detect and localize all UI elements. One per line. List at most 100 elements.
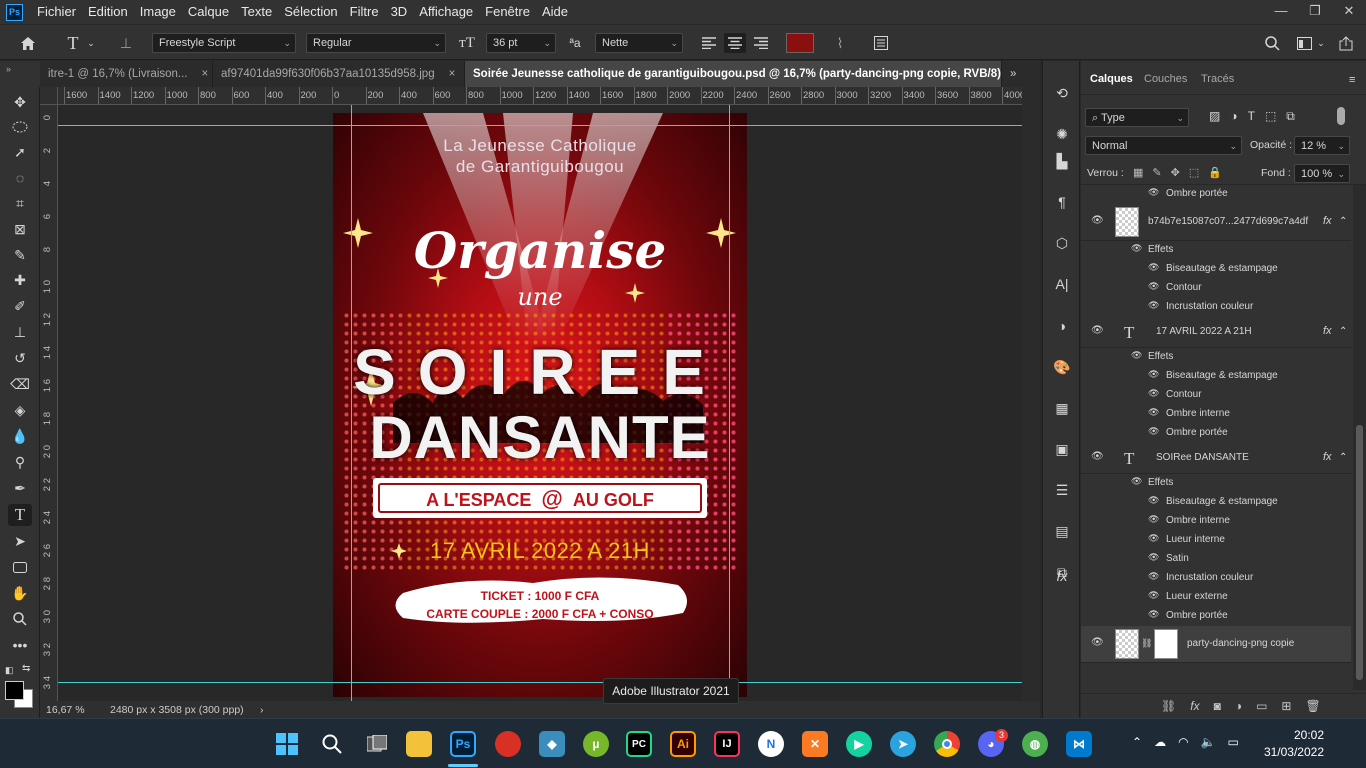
eraser-tool-icon[interactable]: ⌫ xyxy=(8,373,32,395)
poster-une[interactable]: une xyxy=(333,283,747,311)
effect-visibility-eye-icon[interactable]: 👁 xyxy=(1148,609,1159,620)
marquee-tool-icon[interactable] xyxy=(8,116,32,138)
canvas-area[interactable]: La Jeunesse Catholique de Garantiguiboug… xyxy=(58,105,1022,701)
layer-row[interactable]: 👁 b74b7e15087c07...2477d699c7a4df fx ⌃ xyxy=(1081,204,1351,240)
delete-layer-icon[interactable]: 🗑 xyxy=(1305,699,1320,713)
layer-name[interactable]: SOIRee DANSANTE xyxy=(1156,452,1249,463)
panel-menu-icon[interactable]: ≡ xyxy=(1349,74,1355,86)
chevron-down-icon[interactable]: ⌄ xyxy=(86,33,96,53)
effect-label[interactable]: Ombre portée xyxy=(1166,188,1228,199)
telegram-icon[interactable]: ➤ xyxy=(890,731,916,757)
effect-row[interactable]: 👁 Incrustation couleur xyxy=(1081,298,1351,316)
scrollbar-thumb[interactable] xyxy=(1356,425,1363,680)
effect-visibility-eye-icon[interactable]: 👁 xyxy=(1131,350,1142,361)
effect-row[interactable]: 👁 Incrustation couleur xyxy=(1081,569,1351,587)
effect-row[interactable]: 👁 Biseautage & estampage xyxy=(1081,260,1351,278)
hand-tool-icon[interactable]: ✋ xyxy=(8,582,32,604)
poster-ticket[interactable]: TICKET : 1000 F CFA xyxy=(333,589,747,603)
menu-fenetre[interactable]: Fenêtre xyxy=(479,0,536,24)
visibility-eye-icon[interactable]: 👁 xyxy=(1091,637,1104,648)
effect-visibility-eye-icon[interactable]: 👁 xyxy=(1131,476,1142,487)
poster-organise[interactable]: Organise xyxy=(333,221,747,280)
fill-input[interactable]: 100 % ⌄ xyxy=(1294,164,1350,183)
poster-line1[interactable]: La Jeunesse Catholique xyxy=(333,136,747,156)
text-orientation-icon[interactable]: ⊥ xyxy=(116,33,136,53)
clock[interactable]: 20:02 31/03/2022 xyxy=(1262,728,1324,759)
poster-date[interactable]: 17 AVRIL 2022 A 21H xyxy=(333,538,747,564)
volume-icon[interactable]: 🔈 xyxy=(1201,735,1216,749)
poster-artboard[interactable]: La Jeunesse Catholique de Garantiguiboug… xyxy=(333,113,747,697)
effect-visibility-eye-icon[interactable]: 👁 xyxy=(1148,426,1159,437)
poster-lieu[interactable]: A L'ESPACE @ AU GOLF xyxy=(333,486,747,512)
path-selection-tool-icon[interactable]: ➤ xyxy=(8,530,32,552)
effect-visibility-eye-icon[interactable]: 👁 xyxy=(1148,552,1159,563)
effect-visibility-eye-icon[interactable]: 👁 xyxy=(1148,262,1159,273)
healing-brush-tool-icon[interactable]: ✚ xyxy=(8,269,32,291)
effect-row[interactable]: 👁 Satin xyxy=(1081,550,1351,568)
mask-link-icon[interactable]: ⛓ xyxy=(1141,638,1152,649)
effect-row[interactable]: 👁 Ombre interne xyxy=(1081,405,1351,423)
effect-label[interactable]: Incrustation couleur xyxy=(1166,301,1253,312)
add-layer-style-icon[interactable]: fx xyxy=(1190,699,1199,713)
type-tool-icon[interactable]: T xyxy=(8,504,32,526)
effect-label[interactable]: Ombre interne xyxy=(1166,408,1230,419)
layer-row[interactable]: 👁 T SOIRee DANSANTE fx ⌃ xyxy=(1081,443,1351,473)
effect-row[interactable]: 👁 Ombre interne xyxy=(1081,512,1351,530)
effect-row[interactable]: 👁 Biseautage & estampage xyxy=(1081,367,1351,385)
effect-visibility-eye-icon[interactable]: 👁 xyxy=(1148,590,1159,601)
adjustments-icon[interactable]: ◑ xyxy=(1050,315,1074,337)
effect-row[interactable]: 👁 Lueur interne xyxy=(1081,531,1351,549)
align-right-icon[interactable] xyxy=(750,33,772,53)
character-panel-icon[interactable] xyxy=(871,33,891,53)
swap-colors-icon[interactable]: ⇆ xyxy=(22,663,30,674)
effect-visibility-eye-icon[interactable]: 👁 xyxy=(1148,187,1159,198)
dodge-tool-icon[interactable]: ⚲ xyxy=(8,451,32,473)
layer-row[interactable]: 👁 ⛓ party-dancing-png copie xyxy=(1081,626,1351,662)
history-brush-tool-icon[interactable]: ↺ xyxy=(8,347,32,369)
effect-row[interactable]: 👁 Contour xyxy=(1081,279,1351,297)
move-tool-icon[interactable]: ✥ xyxy=(8,91,32,113)
history-icon[interactable]: ⟲ xyxy=(1050,82,1074,104)
guide-horizontal[interactable] xyxy=(58,682,1022,683)
brush-tool-icon[interactable]: ✐ xyxy=(8,295,32,317)
chrome-icon[interactable] xyxy=(934,731,960,757)
effect-label[interactable]: Lueur externe xyxy=(1166,591,1228,602)
lasso-tool-icon[interactable]: ➚ xyxy=(8,141,32,163)
type-tool-preset-icon[interactable]: T xyxy=(62,33,84,53)
default-colors-icon[interactable]: ◧ xyxy=(5,665,14,676)
align-center-icon[interactable] xyxy=(724,33,746,53)
tab-document-1[interactable]: itre-1 @ 16,7% (Livraison... × xyxy=(40,61,213,87)
blend-mode-select[interactable]: Normal ⌄ xyxy=(1085,136,1242,155)
effect-row[interactable]: 👁 Contour xyxy=(1081,386,1351,404)
network-error-icon[interactable]: ☁ xyxy=(1154,735,1166,749)
swatches-icon[interactable]: 🎨 xyxy=(1050,356,1074,378)
wifi-icon[interactable]: ◠ xyxy=(1178,735,1188,749)
pen-tool-icon[interactable]: ✒ xyxy=(8,477,32,499)
styles-icon[interactable]: fx xyxy=(1050,565,1074,587)
poster-dansante[interactable]: DANSANTE xyxy=(333,403,747,472)
lock-all-icon[interactable]: 🔒 xyxy=(1208,166,1222,179)
layer-row[interactable]: 👁 T 17 AVRIL 2022 A 21H fx ⌃ xyxy=(1081,317,1351,347)
brushes-icon[interactable]: ▙ xyxy=(1050,150,1074,172)
effect-row[interactable]: 👁 Ombre portée xyxy=(1081,424,1351,442)
app-12-icon[interactable]: N xyxy=(758,731,784,757)
shape-filter-icon[interactable]: ⬚ xyxy=(1265,109,1276,124)
opacity-input[interactable]: 12 % ⌄ xyxy=(1294,136,1350,155)
restore-button[interactable]: ❐ xyxy=(1298,0,1332,24)
effects-header-row[interactable]: 👁 Effets xyxy=(1081,348,1351,366)
tabs-overflow-icon[interactable]: » xyxy=(1002,61,1040,87)
effect-visibility-eye-icon[interactable]: 👁 xyxy=(1148,407,1159,418)
layer-filter-select[interactable]: ⌕ Type ⌄ xyxy=(1085,108,1189,127)
home-icon[interactable] xyxy=(16,33,40,53)
menu-3d[interactable]: 3D xyxy=(385,0,414,24)
lock-artboard-icon[interactable]: ⬚ xyxy=(1189,166,1199,179)
app-6-icon[interactable] xyxy=(495,731,521,757)
ruler-origin[interactable] xyxy=(40,87,58,105)
layer-name[interactable]: party-dancing-png copie xyxy=(1187,638,1294,649)
zoom-level[interactable]: 16,67 % xyxy=(40,704,96,716)
effect-label[interactable]: Biseautage & estampage xyxy=(1166,370,1278,381)
effect-label[interactable]: Ombre portée xyxy=(1166,610,1228,621)
effect-label[interactable]: Satin xyxy=(1166,553,1189,564)
layer-effects-icon[interactable]: fx xyxy=(1323,451,1332,463)
search-icon[interactable] xyxy=(1262,33,1282,53)
